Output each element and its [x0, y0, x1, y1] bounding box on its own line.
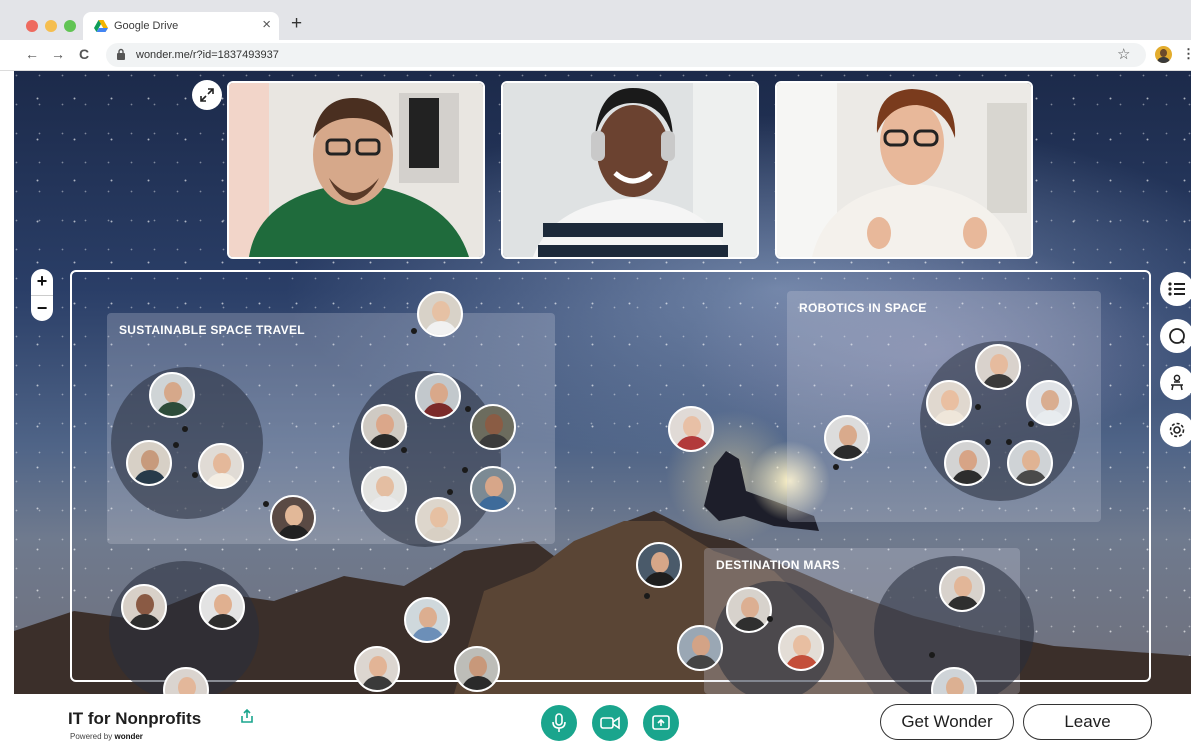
new-tab-button[interactable]: +: [291, 13, 302, 35]
gear-icon: [1169, 422, 1185, 438]
close-window-button[interactable]: [26, 20, 38, 32]
list-icon: [1168, 282, 1185, 296]
avatar-status-dot: [833, 464, 839, 470]
browser-tab[interactable]: Google Drive ×: [83, 12, 279, 40]
participant-avatar[interactable]: [636, 542, 682, 588]
powered-by: Powered by wonder: [70, 732, 143, 741]
google-drive-icon: [94, 20, 108, 32]
back-button[interactable]: ←: [25, 46, 39, 62]
avatar-status-dot: [975, 404, 981, 410]
avatar-status-dot: [767, 616, 773, 622]
participant-avatar[interactable]: [417, 291, 463, 337]
address-bar[interactable]: wonder.me/r?id=1837493937: [106, 43, 1146, 67]
participant-avatar[interactable]: [939, 566, 985, 612]
participant-avatar[interactable]: [668, 406, 714, 452]
participant-avatar[interactable]: [199, 584, 245, 630]
avatar-status-dot: [192, 472, 198, 478]
microphone-button[interactable]: [541, 705, 577, 741]
browser-tab-bar: Google Drive × +: [0, 0, 1191, 40]
avatar-status-dot: [411, 328, 417, 334]
camera-icon: [600, 716, 620, 730]
area-title: DESTINATION MARS: [716, 558, 840, 572]
participant-avatar[interactable]: [677, 625, 723, 671]
chat-icon: [1169, 328, 1185, 344]
close-icon[interactable]: ×: [262, 16, 271, 33]
area-title: SUSTAINABLE SPACE TRAVEL: [119, 323, 305, 337]
screen-share-icon: [652, 715, 670, 730]
microphone-icon: [552, 713, 566, 732]
participant-avatar[interactable]: [354, 646, 400, 692]
video-tile[interactable]: [501, 81, 759, 259]
participant-avatar[interactable]: [778, 625, 824, 671]
avatar-status-dot: [465, 406, 471, 412]
participant-avatar[interactable]: [149, 372, 195, 418]
participant-avatar[interactable]: [198, 443, 244, 489]
avatar-status-dot: [1028, 421, 1034, 427]
participant-avatar[interactable]: [470, 404, 516, 450]
participant-avatar[interactable]: [415, 373, 461, 419]
get-wonder-button[interactable]: Get Wonder: [880, 704, 1014, 740]
avatar-status-dot: [263, 501, 269, 507]
list-button[interactable]: [1160, 272, 1191, 306]
participant-avatar[interactable]: [824, 415, 870, 461]
avatar-status-dot: [929, 652, 935, 658]
participant-avatar[interactable]: [270, 495, 316, 541]
avatar-status-dot: [182, 426, 188, 432]
participant-avatar[interactable]: [975, 344, 1021, 390]
people-icon: [1171, 374, 1183, 391]
participant-avatar[interactable]: [415, 497, 461, 543]
expand-video-button[interactable]: [192, 80, 222, 110]
forward-button[interactable]: →: [51, 46, 65, 62]
browser-menu-icon[interactable]: ⋮: [1182, 46, 1191, 62]
zoom-control: + −: [31, 269, 53, 321]
participant-avatar[interactable]: [126, 440, 172, 486]
settings-button[interactable]: [1160, 413, 1191, 447]
video-tile[interactable]: [775, 81, 1033, 259]
participant-avatar[interactable]: [361, 466, 407, 512]
tab-title: Google Drive: [114, 20, 179, 32]
video-tile[interactable]: [227, 81, 485, 259]
camera-button[interactable]: [592, 705, 628, 741]
reload-button[interactable]: C: [79, 46, 89, 62]
participant-avatar[interactable]: [1007, 440, 1053, 486]
minimize-window-button[interactable]: [45, 20, 57, 32]
participant-avatar[interactable]: [454, 646, 500, 692]
room-name: IT for Nonprofits: [68, 709, 202, 728]
screen-share-button[interactable]: [643, 705, 679, 741]
participant-avatar[interactable]: [121, 584, 167, 630]
leave-button[interactable]: Leave: [1023, 704, 1152, 740]
expand-icon: [200, 88, 214, 102]
bottom-bar: IT for Nonprofits Powered by wonder Get …: [0, 694, 1191, 744]
participant-avatar[interactable]: [1026, 380, 1072, 426]
avatar-status-dot: [462, 467, 468, 473]
browser-nav-bar: ← → C wonder.me/r?id=1837493937 ☆ ⋮: [0, 40, 1191, 71]
lock-icon: [117, 48, 125, 60]
zoom-in-button[interactable]: +: [31, 269, 53, 295]
chat-button[interactable]: [1160, 319, 1191, 353]
participant-avatar[interactable]: [361, 404, 407, 450]
area-title: ROBOTICS IN SPACE: [799, 301, 927, 315]
people-button[interactable]: [1160, 366, 1191, 400]
zoom-out-button[interactable]: −: [31, 295, 53, 322]
avatar-status-dot: [1006, 439, 1012, 445]
participant-avatar[interactable]: [944, 440, 990, 486]
avatar-status-dot: [173, 442, 179, 448]
profile-avatar[interactable]: [1155, 46, 1172, 63]
share-icon[interactable]: [239, 708, 255, 724]
avatar-status-dot: [401, 447, 407, 453]
avatar-status-dot: [985, 439, 991, 445]
avatar-status-dot: [447, 489, 453, 495]
maximize-window-button[interactable]: [64, 20, 76, 32]
participant-avatar[interactable]: [926, 380, 972, 426]
bookmark-star-icon[interactable]: ☆: [1117, 45, 1130, 63]
url-text: wonder.me/r?id=1837493937: [136, 49, 279, 61]
participant-avatar[interactable]: [726, 587, 772, 633]
wonder-brand: wonder: [114, 732, 143, 741]
avatar-status-dot: [644, 593, 650, 599]
participant-avatar[interactable]: [470, 466, 516, 512]
participant-avatar[interactable]: [404, 597, 450, 643]
space-canvas[interactable]: + − SUSTAINABLE SPACE TRAVEL ROBOTICS IN…: [14, 71, 1191, 694]
